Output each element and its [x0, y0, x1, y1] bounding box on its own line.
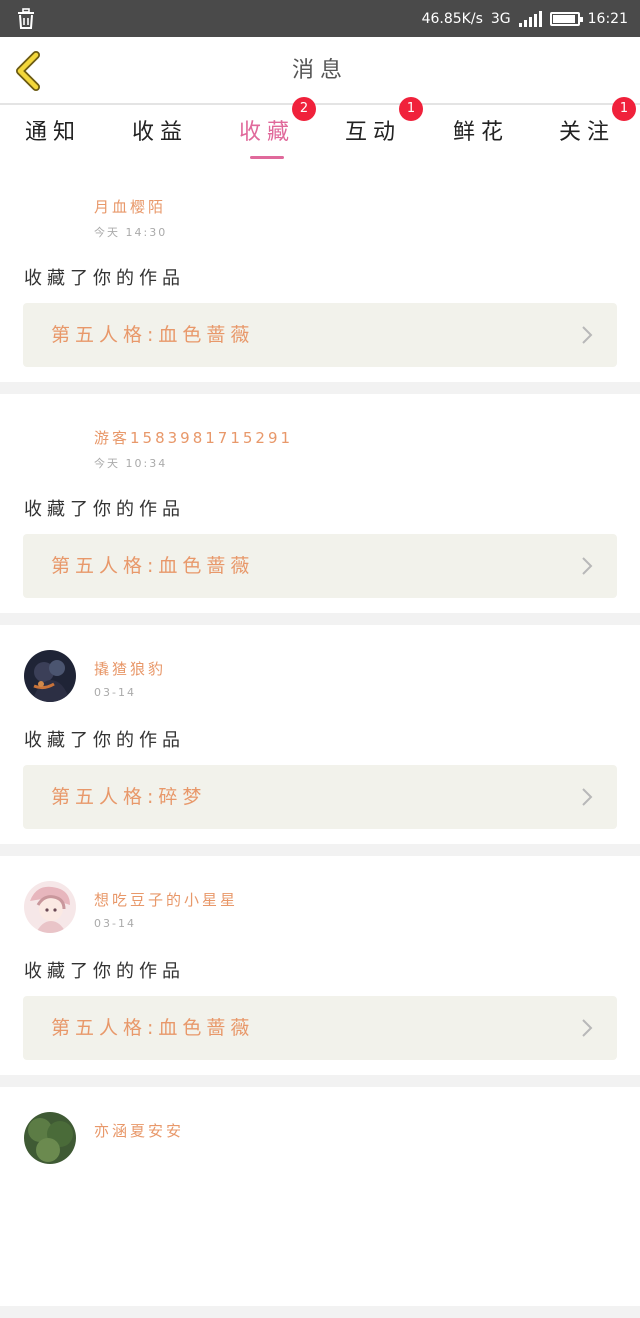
message-card: 月血樱陌 今天 14:30 收藏了你的作品 第五人格:血色蔷薇 [0, 163, 640, 382]
page-title: 消息 [291, 58, 348, 83]
message-list: 月血樱陌 今天 14:30 收藏了你的作品 第五人格:血色蔷薇 游客158398… [0, 163, 640, 1318]
tab-earnings[interactable]: 收益 [110, 105, 210, 163]
work-title: 第五人格:血色蔷薇 [51, 324, 255, 346]
action-text: 收藏了你的作品 [24, 730, 185, 751]
work-link[interactable]: 第五人格:碎梦 [23, 765, 617, 829]
chevron-right-icon [582, 1019, 593, 1037]
chevron-right-icon [582, 326, 593, 344]
action-text: 收藏了你的作品 [24, 268, 185, 289]
clock: 16:21 [587, 10, 628, 27]
action-text: 收藏了你的作品 [24, 961, 185, 982]
work-link[interactable]: 第五人格:血色蔷薇 [23, 303, 617, 367]
chevron-right-icon [582, 788, 593, 806]
trash-icon [18, 8, 34, 29]
avatar[interactable] [24, 881, 76, 933]
tab-label: 互动 [344, 120, 401, 145]
message-card: 游客1583981715291 今天 10:34 收藏了你的作品 第五人格:血色… [0, 394, 640, 613]
unread-badge: 2 [292, 97, 316, 121]
tab-flowers[interactable]: 鲜花 [431, 105, 531, 163]
timestamp: 03-14 [94, 686, 136, 699]
timestamp: 今天 10:34 [94, 457, 168, 470]
signal-icon [518, 10, 542, 27]
action-text: 收藏了你的作品 [24, 499, 185, 520]
work-title: 第五人格:血色蔷薇 [51, 1017, 255, 1039]
tab-bar: 通知 收益 收藏 2 互动 1 鲜花 关注 1 [0, 97, 640, 163]
network-speed: 46.85K/s [421, 10, 483, 27]
unread-badge: 1 [612, 97, 636, 121]
username[interactable]: 撬猹狼豹 [94, 658, 166, 679]
work-title: 第五人格:血色蔷薇 [51, 555, 255, 577]
username[interactable]: 游客1583981715291 [94, 427, 293, 448]
username[interactable]: 月血樱陌 [94, 196, 166, 217]
status-bar: 46.85K/s 3G 16:21 [0, 0, 640, 37]
unread-badge: 1 [399, 97, 423, 121]
active-tab-indicator [250, 156, 284, 159]
work-title: 第五人格:碎梦 [51, 786, 207, 808]
tab-label: 收益 [131, 120, 188, 145]
work-link[interactable]: 第五人格:血色蔷薇 [23, 996, 617, 1060]
tab-favorites[interactable]: 收藏 2 [217, 97, 317, 163]
timestamp: 今天 14:30 [94, 226, 168, 239]
message-card: 亦涵夏安安 [0, 1087, 640, 1306]
tab-label: 关注 [558, 120, 615, 145]
tab-label: 鲜花 [452, 120, 509, 145]
tab-interaction[interactable]: 互动 1 [323, 97, 423, 163]
avatar[interactable] [24, 650, 76, 702]
message-card: 想吃豆子的小星星 03-14 收藏了你的作品 第五人格:血色蔷薇 [0, 856, 640, 1075]
tab-follow[interactable]: 关注 1 [537, 97, 637, 163]
tab-notice[interactable]: 通知 [3, 105, 103, 163]
tab-label: 收藏 [238, 120, 295, 145]
header: 消息 [0, 37, 640, 105]
network-type: 3G [490, 10, 511, 27]
username[interactable]: 想吃豆子的小星星 [94, 889, 238, 910]
tab-label: 通知 [24, 120, 81, 145]
work-link[interactable]: 第五人格:血色蔷薇 [23, 534, 617, 598]
chevron-right-icon [582, 557, 593, 575]
battery-icon [549, 11, 583, 26]
avatar[interactable] [24, 1112, 76, 1164]
timestamp: 03-14 [94, 917, 136, 930]
message-card: 撬猹狼豹 03-14 收藏了你的作品 第五人格:碎梦 [0, 625, 640, 844]
